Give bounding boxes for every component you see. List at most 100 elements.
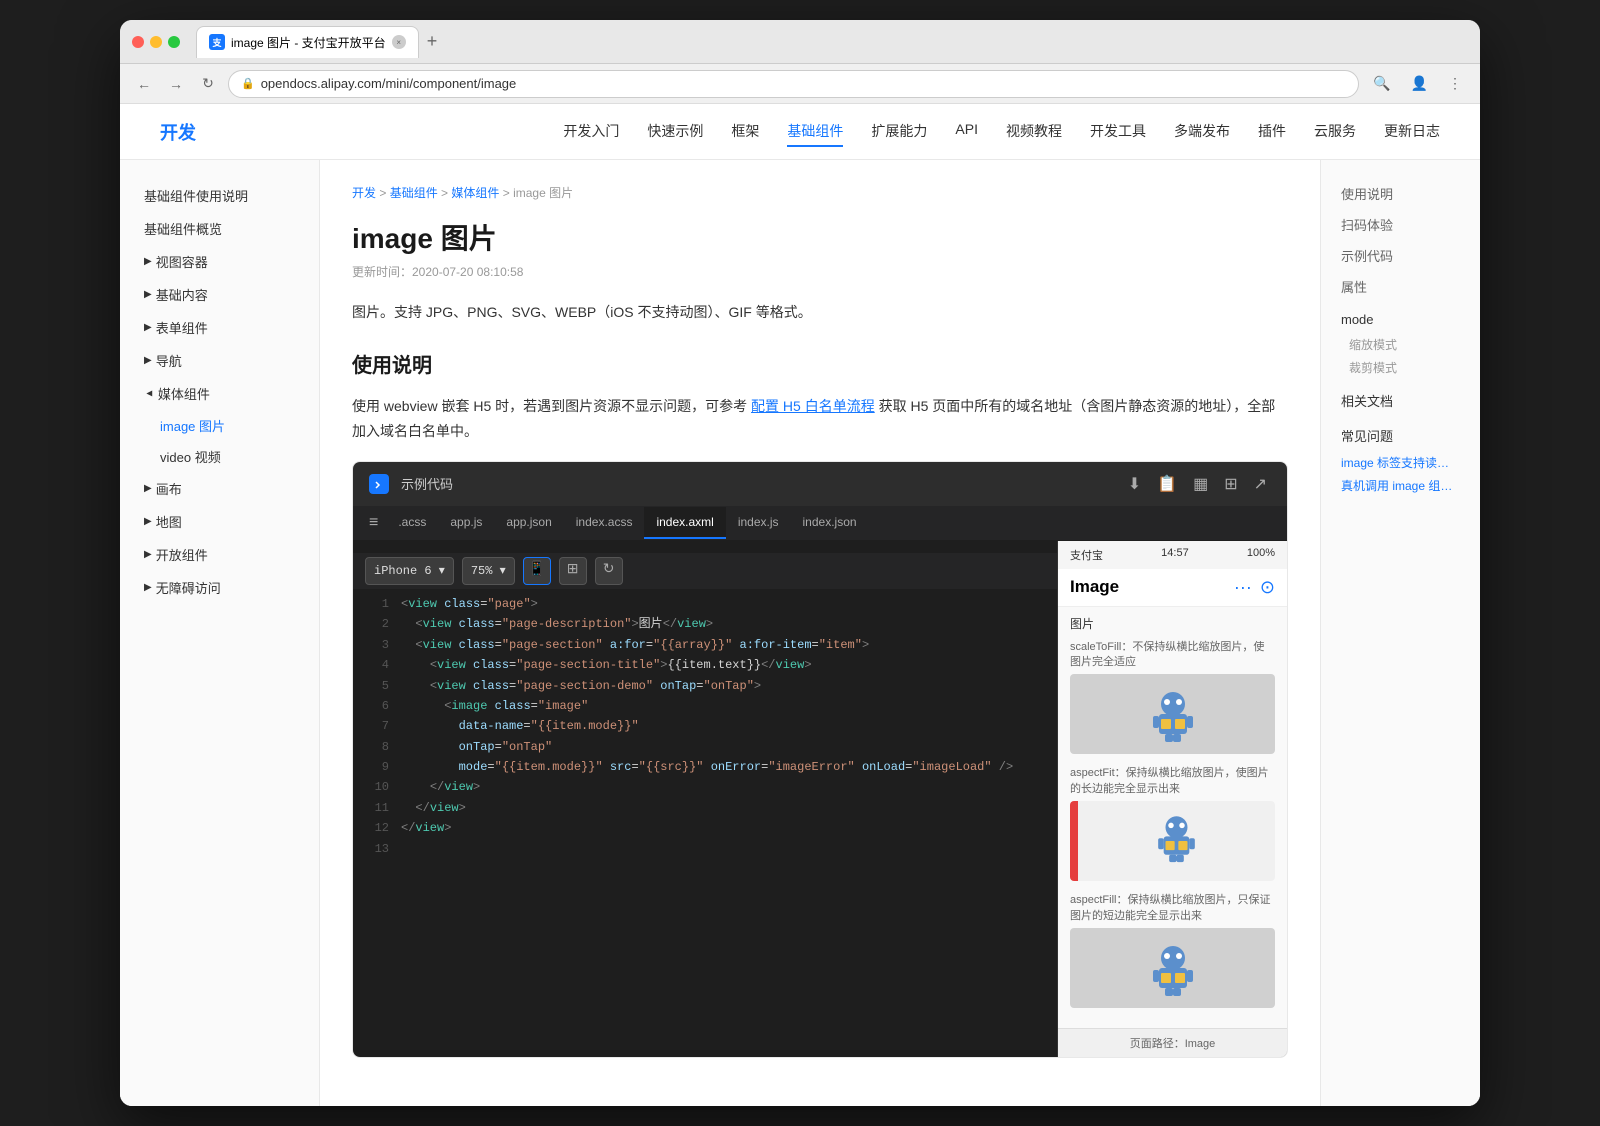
sidebar-section-a11y[interactable]: ▶ 无障碍访问 [136,572,303,603]
nav-item-kuaisu-shili[interactable]: 快速示例 [647,117,703,147]
sidebar-item-video[interactable]: video 视频 [152,442,303,471]
right-sidebar-faq-2[interactable]: 真机调用 image 组件，... [1333,474,1468,497]
robot-image-1 [1143,684,1203,744]
breadcrumb-link[interactable]: 开发 [352,186,376,200]
share-button[interactable]: ↗ [1250,470,1271,498]
nav-item-changelog[interactable]: 更新日志 [1384,117,1440,147]
nav-item-kaifa-rumen[interactable]: 开发入门 [563,117,619,147]
nav-items: 开发入门 快速示例 框架 基础组件 扩展能力 API 视频教程 开发工具 多端发… [563,117,1440,147]
sidebar-media-children: image 图片 video 视频 [136,411,303,471]
right-sidebar-usage[interactable]: 使用说明 [1333,180,1468,207]
refresh-preview-button[interactable]: ↻ [595,557,623,585]
nav-item-publish[interactable]: 多端发布 [1174,117,1230,147]
usage-link[interactable]: 配置 H5 白名单流程 [751,398,875,414]
sidebar-section-label: 视图容器 [156,252,208,271]
zoom-select[interactable]: 75% ▾ [462,557,515,585]
sidebar-section-label: 画布 [156,479,182,498]
back-button[interactable]: ← [132,72,156,96]
demo-title: 示例代码 [401,474,453,493]
nav-item-plugin[interactable]: 插件 [1258,117,1286,147]
arrow-icon: ▶ [144,582,152,593]
right-sidebar-scan[interactable]: 扫码体验 [1333,211,1468,238]
page-title: image 图片 [352,217,1288,257]
right-sidebar-code[interactable]: 示例代码 [1333,242,1468,269]
code-line: 9 mode="{{item.mode}}" src="{{src}}" onE… [353,757,1057,777]
demo-header: 示例代码 ⬇ 📋 ▦ ⊞ ↗ [353,462,1287,506]
menu-button[interactable]: ⋮ [1442,73,1468,94]
code-line: 4 <view class="page-section-title">{{ite… [353,655,1057,675]
new-tab-button[interactable]: + [423,27,442,56]
address-bar: ← → ↻ 🔒 opendocs.alipay.com/mini/compone… [120,64,1480,104]
file-tab-indexjs[interactable]: index.js [726,507,791,539]
close-button[interactable] [132,36,144,48]
phone-time: 14:57 [1161,547,1189,563]
breadcrumb-link2[interactable]: 基础组件 [390,186,438,200]
right-sidebar-scale[interactable]: 缩放模式 [1333,333,1468,356]
file-tab-acss[interactable]: .acss [386,507,438,539]
right-sidebar-faq-1[interactable]: image 标签支持读取放大文... [1333,451,1468,474]
user-button[interactable]: 👤 [1405,73,1434,94]
right-sidebar-crop[interactable]: 裁剪模式 [1333,356,1468,379]
copy-button[interactable]: 📋 [1153,470,1181,498]
refresh-button[interactable]: ↻ [196,72,220,96]
nav-item-tools[interactable]: 开发工具 [1090,117,1146,147]
phone-title-bar: Image ··· ⊙ [1058,569,1287,607]
maximize-button[interactable] [168,36,180,48]
sidebar-item-usage[interactable]: 基础组件使用说明 [136,180,303,211]
breadcrumb-link3[interactable]: 媒体组件 [451,186,499,200]
nav-item-cloud[interactable]: 云服务 [1314,117,1356,147]
code-line: 1<view class="page"> [353,594,1057,614]
phone-content[interactable]: 图片 scaleToFill：不保持纵横比缩放图片，使图片完全适应 [1058,607,1287,1028]
grid-button[interactable]: ⊞ [1220,470,1241,498]
sidebar-section-content[interactable]: ▶ 基础内容 [136,279,303,310]
active-tab[interactable]: 支 image 图片 - 支付宝开放平台 × [196,26,419,58]
nav-item-video[interactable]: 视频教程 [1006,117,1062,147]
right-sidebar-props[interactable]: 属性 [1333,273,1468,300]
forward-button[interactable]: → [164,72,188,96]
file-tab-indexjson[interactable]: index.json [791,507,869,539]
phone-more-icon[interactable]: ··· [1234,577,1252,598]
sidebar-item-overview[interactable]: 基础组件概览 [136,213,303,244]
sidebar-section-label: 地图 [156,512,182,531]
sidebar-section-media[interactable]: ▼ 媒体组件 [136,378,303,409]
sidebar-section-canvas[interactable]: ▶ 画布 [136,473,303,504]
code-line: 12</view> [353,818,1057,838]
file-tabs-menu[interactable]: ≡ [361,506,386,540]
sidebar-section-nav[interactable]: ▶ 导航 [136,345,303,376]
phone-view-button[interactable]: 📱 [523,557,551,585]
phone-home-icon[interactable]: ⊙ [1260,577,1275,598]
nav-item-jichu-zujian[interactable]: 基础组件 [787,117,843,147]
sidebar-item-image[interactable]: image 图片 [152,411,303,440]
file-tab-appjs[interactable]: app.js [438,507,494,539]
nav-item-api[interactable]: API [955,117,978,147]
sidebar-section-view[interactable]: ▶ 视图容器 [136,246,303,277]
nav-item-kuozhan[interactable]: 扩展能力 [871,117,927,147]
sidebar-section-open[interactable]: ▶ 开放组件 [136,539,303,570]
search-button[interactable]: 🔍 [1367,73,1396,94]
file-tab-indexaxml[interactable]: index.axml [644,507,725,539]
nav-item-kuangjia[interactable]: 框架 [731,117,759,147]
tab-close-button[interactable]: × [392,35,406,49]
phone-img-label-1: scaleToFill：不保持纵横比缩放图片，使图片完全适应 [1070,640,1275,671]
minimize-button[interactable] [150,36,162,48]
device-select[interactable]: iPhone 6 ▾ [365,557,454,585]
file-tab-appjson[interactable]: app.json [494,507,563,539]
arrow-icon: ▶ [144,516,152,527]
view-toggle[interactable]: ▦ [1189,470,1212,498]
sidebar-section-map[interactable]: ▶ 地图 [136,506,303,537]
grid-view-button[interactable]: ⊞ [559,557,587,585]
download-button[interactable]: ⬇ [1124,470,1145,498]
demo-box: 示例代码 ⬇ 📋 ▦ ⊞ ↗ ≡ .acss app.js [352,461,1288,1058]
sidebar-section-form[interactable]: ▶ 表单组件 [136,312,303,343]
code-editor[interactable]: iPhone 6 ▾ 75% ▾ 📱 ⊞ ↻ 1<view class="pag… [353,541,1057,1057]
robot-image-3 [1143,938,1203,998]
arrow-icon: ▶ [144,483,152,494]
sidebar-section-label: 导航 [156,351,182,370]
arrow-icon-media: ▼ [143,389,154,399]
address-input[interactable]: 🔒 opendocs.alipay.com/mini/component/ima… [228,70,1359,98]
phone-preview: 支付宝 14:57 100% Image ··· ⊙ [1057,541,1287,1057]
brand-logo[interactable]: 开发 [160,119,196,145]
file-tab-indexacss[interactable]: index.acss [564,507,645,539]
url-text: opendocs.alipay.com/mini/component/image [261,76,517,91]
code-line: 3 <view class="page-section" a:for="{{ar… [353,635,1057,655]
